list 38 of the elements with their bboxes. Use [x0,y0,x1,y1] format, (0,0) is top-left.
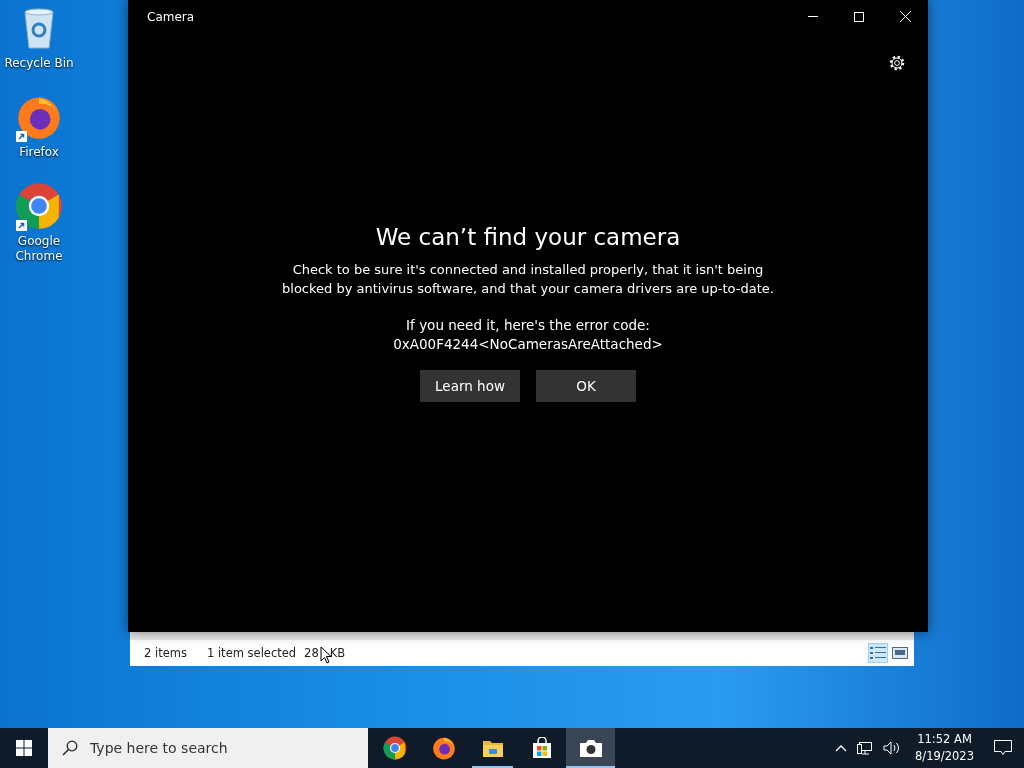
chrome-icon [15,182,63,230]
item-count: 2 items [144,646,187,660]
folder-icon [481,738,504,758]
search-icon [62,740,78,756]
minimize-icon [808,16,818,17]
chevron-up-icon[interactable] [835,744,848,752]
ok-button[interactable]: OK [536,370,636,402]
chrome-icon [382,736,407,760]
shopping-bag-icon [531,737,552,759]
window-title: Camera [147,9,196,24]
dialog-heading: We can’t find your camera [375,224,681,250]
close-icon [899,11,911,22]
learn-how-button[interactable]: Learn how [420,370,520,402]
error-intro: If you need it, here's the error code: [406,316,650,335]
speaker-icon[interactable] [883,741,902,755]
selection-status: 1 item selected [206,646,297,660]
file-size: 28 [304,646,319,660]
network-icon[interactable] [857,741,874,755]
search-field[interactable]: Type here to search [88,739,352,757]
file-size-unit: KB [329,646,346,660]
desktop-icon-label[interactable]: Google Chrome [4,234,74,264]
maximize-icon [854,11,864,22]
search-box[interactable]: Type here to search [48,728,368,768]
settings-icon[interactable] [888,54,906,72]
dialog-message: Check to be sure it's connected and installed properly, that it isn't being blocked by antivirus software, and that your camera drivers are up-to-date. [281,261,775,298]
firefox-icon [431,736,456,760]
notifications-icon[interactable] [994,740,1012,756]
clock-date[interactable]: 8/19/2023 [915,748,974,765]
horizontal-scrollbar[interactable] [130,632,914,640]
firefox-icon [16,94,62,140]
details-view-button[interactable] [868,643,888,663]
desktop-icon-label[interactable]: Recycle Bin [4,56,74,71]
camera-taskbar-button[interactable] [566,728,615,768]
error-code: 0xA00F4244<NoCamerasAreAttached> [393,335,663,354]
camera-icon [578,738,603,758]
windows-logo-icon [16,740,32,756]
clock-time[interactable]: 11:52 AM [917,731,972,748]
desktop-icon-label[interactable]: Firefox [4,145,74,160]
